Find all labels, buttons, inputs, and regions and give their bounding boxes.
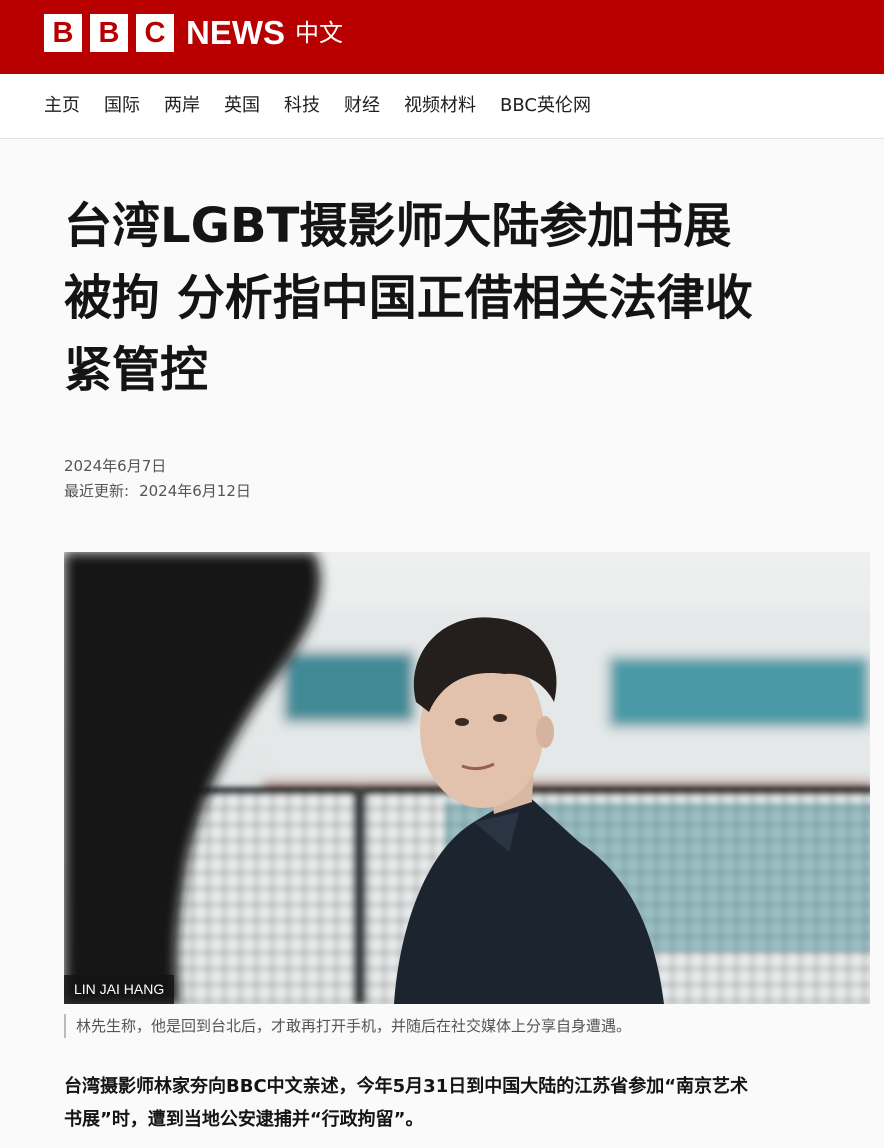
image-caption: 林先生称，他是回到台北后，才敢再打开手机，并随后在社交媒体上分享自身遭遇。 <box>64 1014 882 1038</box>
logo-news-text: NEWS <box>186 14 285 51</box>
section-nav: 主页 国际 两岸 英国 科技 财经 视频材料 BBC英伦网 <box>0 74 884 139</box>
nav-item-home[interactable]: 主页 <box>44 94 80 118</box>
logo-letter-b1: B <box>44 14 82 52</box>
nav-item-video[interactable]: 视频材料 <box>404 94 476 118</box>
headline-line: 被拘 分析指中国正借相关法律收 <box>64 270 753 326</box>
logo-letter-b2: B <box>90 14 128 52</box>
article-lede: 台湾摄影师林家夯向BBC中文亲述，今年5月31日到中国大陆的江苏省参加“南京艺术… <box>64 1070 824 1136</box>
nav-item-bbc-ukchina[interactable]: BBC英伦网 <box>500 94 591 118</box>
nav-item-cross-strait[interactable]: 两岸 <box>164 94 200 118</box>
article-headline: 台湾LGBT摄影师大陆参加书展 被拘 分析指中国正借相关法律收 紧管控 <box>64 190 864 406</box>
logo-chinese-text: 中文 <box>295 19 343 47</box>
headline-line: 台湾LGBT摄影师大陆参加书展 <box>64 198 732 254</box>
nav-item-tech[interactable]: 科技 <box>284 94 320 118</box>
nav-item-uk[interactable]: 英国 <box>224 94 260 118</box>
article-dates: 2024年6月7日 最近更新: 2024年6月12日 <box>64 454 251 504</box>
photo-illustration <box>64 552 870 1004</box>
nav-list: 主页 国际 两岸 英国 科技 财经 视频材料 BBC英伦网 <box>44 94 615 118</box>
logo-letter-c: C <box>136 14 174 52</box>
nav-item-world[interactable]: 国际 <box>104 94 140 118</box>
bbc-news-logo[interactable]: B B C NEWS 中文 <box>44 14 343 52</box>
article-photo: LIN JAI HANG <box>64 552 870 1004</box>
lede-line: 书展”时，遭到当地公安逮捕并“行政拘留”。 <box>64 1109 424 1130</box>
nav-item-business[interactable]: 财经 <box>344 94 380 118</box>
updated-row: 最近更新: 2024年6月12日 <box>64 479 251 504</box>
updated-label: 最近更新: <box>64 482 130 500</box>
updated-date: 2024年6月12日 <box>139 482 251 500</box>
lede-line: 台湾摄影师林家夯向BBC中文亲述，今年5月31日到中国大陆的江苏省参加“南京艺术 <box>64 1076 749 1097</box>
image-credit: LIN JAI HANG <box>64 975 175 1004</box>
masthead: B B C NEWS 中文 <box>0 0 884 74</box>
headline-line: 紧管控 <box>64 342 209 398</box>
published-date: 2024年6月7日 <box>64 457 167 475</box>
